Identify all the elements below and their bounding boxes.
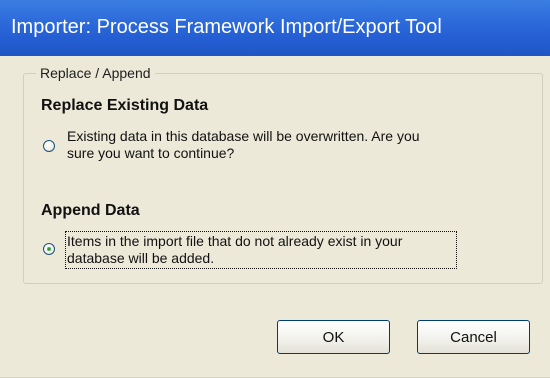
- title-bar[interactable]: Importer: Process Framework Import/Expor…: [0, 0, 550, 57]
- append-data-description-line-1: Items in the import file that do not alr…: [67, 233, 403, 249]
- groupbox-label: Replace / Append: [36, 64, 155, 82]
- replace-existing-description-line-1: Existing data in this database will be o…: [67, 128, 420, 144]
- append-data-radio[interactable]: [43, 243, 55, 255]
- replace-existing-heading: Replace Existing Data: [41, 97, 209, 114]
- window-title: Importer: Process Framework Import/Expor…: [11, 16, 442, 38]
- cancel-button[interactable]: Cancel: [417, 320, 530, 354]
- append-data-description-line-2: database will be added.: [67, 250, 215, 266]
- dialog-body: Replace / Append Replace Existing Data E…: [0, 56, 550, 378]
- importer-dialog: Importer: Process Framework Import/Expor…: [0, 0, 550, 378]
- ok-button[interactable]: OK: [277, 320, 390, 354]
- replace-existing-radio[interactable]: [43, 140, 55, 152]
- replace-existing-description[interactable]: Existing data in this database will be o…: [67, 128, 420, 162]
- radio-selected-indicator: [47, 247, 51, 251]
- replace-existing-description-line-2: sure you want to continue?: [67, 145, 235, 161]
- append-data-description[interactable]: Items in the import file that do not alr…: [67, 233, 402, 267]
- append-data-heading: Append Data: [41, 202, 140, 219]
